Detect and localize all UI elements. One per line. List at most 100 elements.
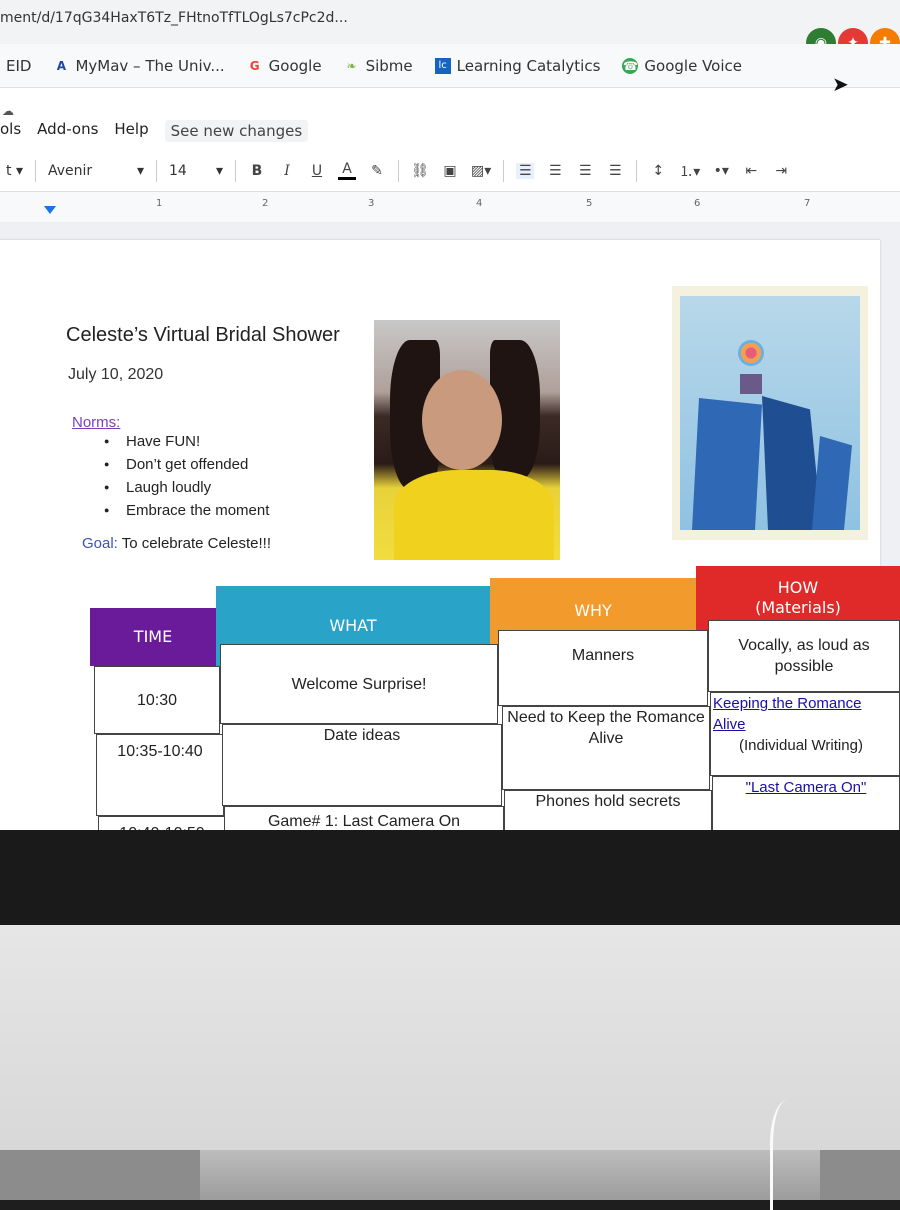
italic-button[interactable]: I <box>278 163 296 179</box>
bookmarks-bar: EID A MyMav – The Univ... G Google ❧ Sibme … <box>0 44 900 88</box>
docs-header: ☁ ols Add-ons Help See new changes <box>0 88 900 150</box>
toolbar-divider <box>503 159 505 182</box>
list-item[interactable]: Laugh loudly <box>104 476 269 499</box>
toolbar-divider <box>234 159 236 182</box>
ruler-mark: 7 <box>804 198 811 209</box>
list-item[interactable]: Don’t get offended <box>104 453 269 476</box>
list-item[interactable]: Have FUN! <box>104 430 269 453</box>
apple-logo-icon <box>474 950 574 1060</box>
goal-line[interactable]: Goal: To celebrate Celeste!!! <box>82 535 271 552</box>
underline-button[interactable]: U <box>308 163 326 179</box>
align-left-icon[interactable]: ☰ <box>516 162 535 179</box>
cloud-status-icon: ☁ <box>2 104 14 118</box>
document-date[interactable]: July 10, 2020 <box>68 366 163 384</box>
norms-list: Have FUN! Don’t get offended Laugh loudl… <box>104 430 269 522</box>
table-cell-how[interactable]: Vocally, as loud as possible <box>708 620 900 692</box>
monitor-screen: ment/d/17qG34HaxT6Tz_FHtnoTfTLOgLs7cPc2d… <box>0 0 900 830</box>
table-cell-why[interactable]: Phones hold secrets <box>504 790 712 830</box>
bookmark-google[interactable]: G Google <box>247 57 322 75</box>
bulleted-list-icon[interactable]: •▾ <box>712 163 730 179</box>
menu-help[interactable]: Help <box>114 120 148 142</box>
highlight-icon[interactable]: ✎ <box>368 163 386 179</box>
bookmark-google-voice[interactable]: ☎ Google Voice <box>622 57 742 75</box>
see-new-changes-button[interactable]: See new changes <box>164 120 309 142</box>
table-cell-time[interactable]: 10:35-10:40 <box>96 734 224 816</box>
house-icon <box>740 374 762 394</box>
address-bar[interactable]: ment/d/17qG34HaxT6Tz_FHtnoTfTLOgLs7cPc2d… <box>0 0 900 58</box>
table-cell-why[interactable]: Need to Keep the Romance Alive <box>502 706 710 790</box>
sibme-icon: ❧ <box>346 58 357 73</box>
url-text[interactable]: ment/d/17qG34HaxT6Tz_FHtnoTfTLOgLs7cPc2d… <box>0 10 348 26</box>
mymav-icon: A <box>56 58 67 73</box>
align-justify-icon[interactable]: ☰ <box>606 163 624 179</box>
balloons-icon <box>738 340 764 366</box>
google-icon: G <box>249 58 260 73</box>
menu-bar: ols Add-ons Help See new changes <box>0 120 309 142</box>
bookmark-eid[interactable]: EID <box>6 57 31 75</box>
numbered-list-icon[interactable]: ⒈▾ <box>679 161 700 181</box>
formatting-toolbar: t ▾ Avenir ▾ 14 ▾ B I U A ✎ ⛓ ▣ ▨▾ ☰ ☰ ☰ ☰… <box>0 150 900 192</box>
goal-text: To celebrate Celeste!!! <box>121 535 272 552</box>
align-right-icon[interactable]: ☰ <box>576 163 594 179</box>
bookmark-learning-catalytics[interactable]: lc Learning Catalytics <box>434 57 600 75</box>
list-item[interactable]: Embrace the moment <box>104 499 269 522</box>
horizontal-ruler[interactable]: 1 2 3 4 5 6 7 <box>0 192 900 223</box>
up-house-illustration[interactable] <box>672 286 868 540</box>
increase-indent-icon[interactable]: ⇥ <box>772 163 790 179</box>
last-camera-on-link[interactable]: "Last Camera On" <box>746 777 867 798</box>
toolbar-divider <box>155 159 157 182</box>
table-cell-how[interactable]: "Last Camera On" <box>712 776 900 830</box>
line-spacing-icon[interactable]: ↕ <box>649 163 667 179</box>
ruler-mark: 1 <box>156 198 163 209</box>
photo-face <box>422 370 502 470</box>
monitor-chin <box>0 925 900 1150</box>
norms-heading[interactable]: Norms: <box>72 414 120 431</box>
chevron-down-icon: ▾ <box>15 162 23 179</box>
keeping-romance-link[interactable]: Keeping the Romance Alive <box>713 693 897 735</box>
style-dropdown[interactable]: t ▾ <box>6 163 23 179</box>
table-cell-why[interactable]: Manners <box>498 630 708 706</box>
ruler-mark: 2 <box>262 198 269 209</box>
menu-add-ons[interactable]: Add-ons <box>37 120 98 142</box>
font-size-dropdown[interactable]: 14 ▾ <box>169 163 223 179</box>
image-icon[interactable]: ▨▾ <box>471 163 491 179</box>
table-cell-time[interactable]: 10:30 <box>94 666 220 734</box>
decrease-indent-icon[interactable]: ⇤ <box>742 163 760 179</box>
photo-shirt <box>394 470 554 560</box>
illustration-rock <box>692 398 762 530</box>
power-cable <box>770 1100 813 1210</box>
ruler-mark: 6 <box>694 198 701 209</box>
lc-icon: lc <box>434 57 451 74</box>
ruler-mark: 3 <box>368 198 375 209</box>
google-voice-icon: ☎ <box>622 57 639 74</box>
chevron-down-icon: ▾ <box>136 162 144 179</box>
ruler-mark: 4 <box>476 198 483 209</box>
chevron-down-icon: ▾ <box>215 162 223 179</box>
table-cell-what[interactable]: Game# 1: Last Camera On <box>224 806 504 830</box>
toolbar-divider <box>636 159 638 182</box>
bold-button[interactable]: B <box>248 163 266 179</box>
text-color-button[interactable]: A <box>337 161 356 180</box>
bride-photo[interactable] <box>374 320 560 560</box>
menu-tools[interactable]: ols <box>0 120 21 142</box>
goal-label: Goal: <box>82 535 118 552</box>
comment-icon[interactable]: ▣ <box>441 163 459 179</box>
align-center-icon[interactable]: ☰ <box>546 163 564 179</box>
how-note: (Individual Writing) <box>739 737 863 754</box>
monitor-stand <box>200 1150 820 1200</box>
table-cell-how[interactable]: Keeping the Romance Alive (Individual Wr… <box>710 692 900 776</box>
toolbar-divider <box>397 159 399 182</box>
header-time[interactable]: TIME <box>90 608 216 666</box>
bookmark-mymav[interactable]: A MyMav – The Univ... <box>53 57 225 75</box>
indent-marker-icon[interactable] <box>44 206 56 214</box>
toolbar-divider <box>34 159 36 182</box>
bookmark-sibme[interactable]: ❧ Sibme <box>344 57 413 75</box>
table-cell-what[interactable]: Welcome Surprise! <box>220 644 498 724</box>
document-title[interactable]: Celeste’s Virtual Bridal Shower <box>66 324 340 347</box>
link-icon[interactable]: ⛓ <box>411 163 429 179</box>
table-cell-what[interactable]: Date ideas <box>222 724 502 806</box>
table-cell-time[interactable]: 10:40-10:50 <box>98 816 226 830</box>
ruler-mark: 5 <box>586 198 593 209</box>
font-dropdown[interactable]: Avenir ▾ <box>48 163 144 179</box>
mouse-cursor-icon: ➤ <box>832 72 849 96</box>
